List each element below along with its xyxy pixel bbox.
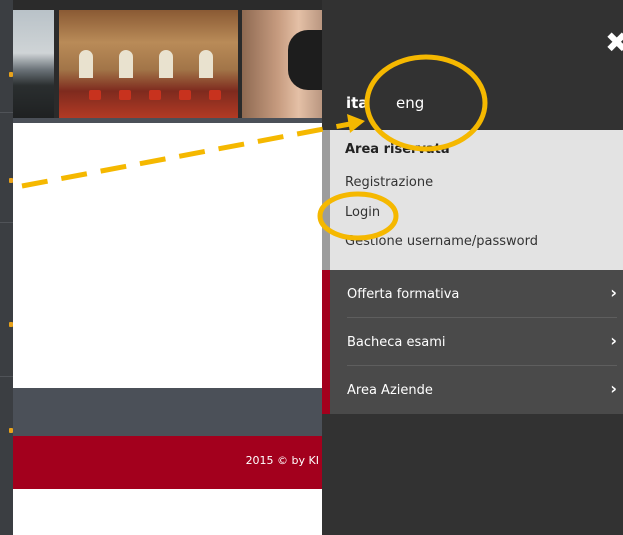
reserved-area-title: Area riservata — [345, 142, 450, 157]
menu-stripe — [322, 270, 330, 414]
menu-item-offerta-formativa[interactable]: Offerta formativa › — [330, 270, 623, 318]
chevron-right-icon: › — [610, 331, 617, 350]
copyright-text: 2015 © by KI — [245, 454, 319, 467]
side-menu-panel: ✖ ita eng Area riservata Registrazione L… — [322, 0, 623, 535]
section-stripe — [322, 130, 330, 270]
menu-item-area-aziende[interactable]: Area Aziende › — [330, 366, 623, 414]
footer-red-bar: 2015 © by KI — [13, 436, 323, 489]
registration-link[interactable]: Registrazione — [345, 175, 433, 190]
menu-item-label: Area Aziende — [347, 383, 433, 398]
main-menu: Offerta formativa › Bacheca esami › Area… — [322, 270, 623, 414]
portrait-photo — [242, 10, 323, 118]
bullet-icon — [9, 322, 13, 327]
language-ita[interactable]: ita — [346, 94, 368, 112]
landscape-photo — [13, 10, 54, 118]
language-eng[interactable]: eng — [396, 94, 424, 112]
menu-item-label: Bacheca esami — [347, 335, 446, 350]
footer-gray-bar — [13, 388, 323, 436]
divider — [0, 112, 13, 113]
username-password-link[interactable]: Gestione username/password — [345, 234, 538, 249]
left-nav-strip — [0, 0, 13, 535]
header-photo-strip — [13, 0, 323, 118]
divider — [0, 376, 13, 377]
menu-item-label: Offerta formativa — [347, 287, 460, 302]
menu-item-bacheca-esami[interactable]: Bacheca esami › — [330, 318, 623, 366]
header-bar — [13, 118, 323, 123]
annotation-arrow-line — [21, 121, 351, 189]
login-link[interactable]: Login — [345, 205, 380, 220]
hall-photo — [59, 10, 238, 118]
divider — [0, 222, 13, 223]
reserved-area-section: Area riservata Registrazione Login Gesti… — [322, 130, 623, 270]
chevron-right-icon: › — [610, 379, 617, 398]
chevron-right-icon: › — [610, 283, 617, 302]
bullet-icon — [9, 178, 13, 183]
close-icon[interactable]: ✖ — [605, 29, 623, 57]
